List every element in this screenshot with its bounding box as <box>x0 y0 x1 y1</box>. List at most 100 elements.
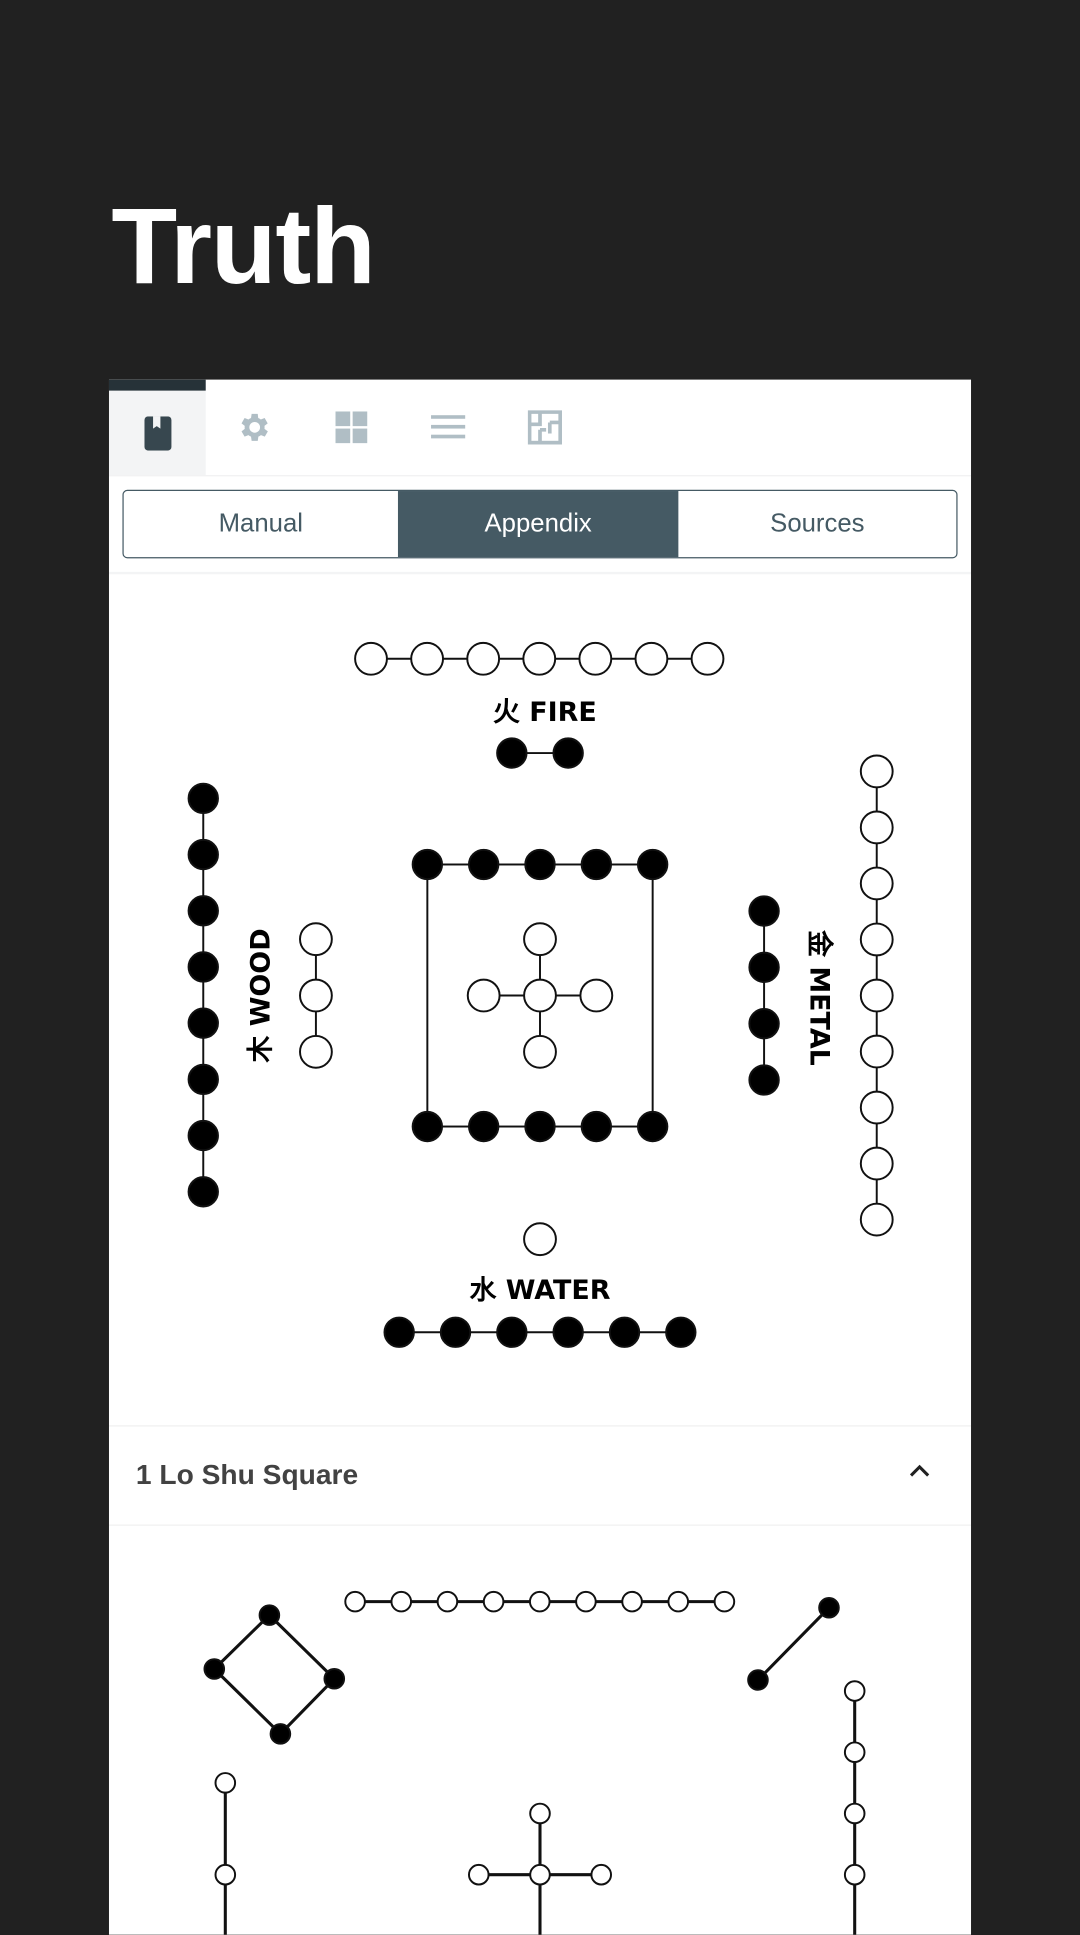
yin-dot <box>523 1034 557 1069</box>
gear-icon <box>240 413 268 441</box>
yang-dot <box>411 1110 444 1143</box>
tab-grid[interactable] <box>302 380 399 476</box>
yang-dot <box>496 1316 528 1348</box>
yin-dot <box>523 978 557 1013</box>
yin-dot <box>299 978 333 1013</box>
yin-dot <box>410 641 445 676</box>
yang-dot <box>524 1110 556 1143</box>
yang-dot <box>258 1604 281 1626</box>
connector-line <box>756 1606 831 1682</box>
yin-dot <box>299 922 333 957</box>
segmented-control: Manual Appendix Sources <box>122 489 958 559</box>
yin-dot <box>529 1802 551 1825</box>
yang-dot <box>411 848 444 881</box>
yang-dot <box>269 1723 292 1745</box>
yang-dot <box>187 1119 219 1152</box>
yang-dot <box>608 1316 641 1348</box>
tab-list[interactable] <box>399 380 496 476</box>
layout-icon <box>527 410 562 445</box>
yin-dot <box>466 641 501 676</box>
yin-dot <box>843 1863 866 1886</box>
yang-dot <box>187 838 219 871</box>
yang-dot <box>187 895 219 927</box>
tab-settings[interactable] <box>206 380 303 476</box>
chevron-up-icon[interactable] <box>907 1458 931 1482</box>
yin-dot <box>214 1863 237 1886</box>
yang-dot <box>187 782 219 815</box>
yang-dot <box>747 1669 769 1691</box>
yin-dot <box>436 1590 459 1613</box>
yang-dot <box>748 951 780 984</box>
yang-dot <box>748 1008 780 1040</box>
yin-dot <box>859 1202 894 1237</box>
yang-dot <box>552 1316 584 1348</box>
yang-dot <box>748 1064 780 1096</box>
yin-dot <box>578 641 613 676</box>
yin-dot <box>859 1146 894 1181</box>
accordion-title: 1 Lo Shu Square <box>135 1458 359 1491</box>
yin-dot <box>859 978 894 1013</box>
connector-line <box>279 1677 336 1735</box>
yang-dot <box>468 848 500 881</box>
yin-dot <box>690 641 725 676</box>
appendix-panel: Manual Appendix Sources 火 FIRE 水 WATER 木… <box>108 379 972 1935</box>
yin-dot <box>466 978 501 1013</box>
yang-dot <box>580 848 613 881</box>
yang-dot <box>748 895 780 927</box>
connector-line <box>268 1614 336 1680</box>
water-label: 水 WATER <box>469 1275 610 1306</box>
yin-dot <box>522 641 557 676</box>
yang-dot <box>187 1063 219 1096</box>
yang-dot <box>636 848 669 881</box>
grid-icon <box>334 411 367 444</box>
yin-dot <box>667 1590 690 1613</box>
segment-manual[interactable]: Manual <box>124 491 398 557</box>
yang-dot <box>636 1110 669 1143</box>
he-tu-diagram: 火 FIRE 水 WATER 木 WOOD 金 METAL <box>187 641 894 1348</box>
connector-line <box>213 1667 282 1735</box>
yin-dot <box>843 1802 866 1825</box>
menu-icon <box>430 415 465 439</box>
accordion-lo-shu-square[interactable]: 1 Lo Shu Square <box>108 1425 972 1526</box>
lo-shu-diagram <box>203 1590 866 1935</box>
yang-dot <box>439 1316 472 1348</box>
yang-dot <box>187 1007 219 1039</box>
yin-dot <box>523 922 557 957</box>
yang-dot <box>187 951 219 983</box>
segment-appendix[interactable]: Appendix <box>397 491 679 558</box>
yang-dot <box>468 1110 500 1143</box>
yin-dot <box>482 1590 505 1613</box>
yin-dot <box>299 1034 333 1069</box>
tab-book[interactable] <box>108 379 206 476</box>
yang-dot <box>524 848 556 881</box>
yin-dot <box>859 922 894 957</box>
yang-dot <box>383 1316 415 1348</box>
yin-dot <box>621 1590 643 1613</box>
yang-dot <box>665 1316 697 1348</box>
yin-dot <box>523 1222 557 1257</box>
segment-sources[interactable]: Sources <box>678 491 956 557</box>
yin-dot <box>579 978 614 1013</box>
fire-label: 火 FIRE <box>493 697 597 728</box>
yin-dot <box>713 1590 736 1613</box>
yin-dot <box>528 1590 551 1613</box>
yin-dot <box>214 1772 237 1794</box>
yin-dot <box>575 1590 597 1613</box>
yin-dot <box>859 866 894 901</box>
yin-dot <box>859 754 894 789</box>
yin-dot <box>843 1741 866 1764</box>
tab-layout[interactable] <box>496 380 593 476</box>
metal-label: 金 METAL <box>804 929 836 1066</box>
yin-dot <box>843 1680 866 1702</box>
yin-dot <box>859 1034 894 1069</box>
yin-dot <box>529 1863 551 1886</box>
yang-dot <box>203 1658 226 1680</box>
yang-dot <box>496 737 528 769</box>
yang-dot <box>323 1668 346 1690</box>
yin-dot <box>468 1863 490 1886</box>
connector-line <box>213 1614 271 1671</box>
book-icon <box>143 415 171 451</box>
yang-dot <box>187 1176 219 1208</box>
tab-bar <box>108 379 972 477</box>
yang-dot <box>552 737 584 769</box>
